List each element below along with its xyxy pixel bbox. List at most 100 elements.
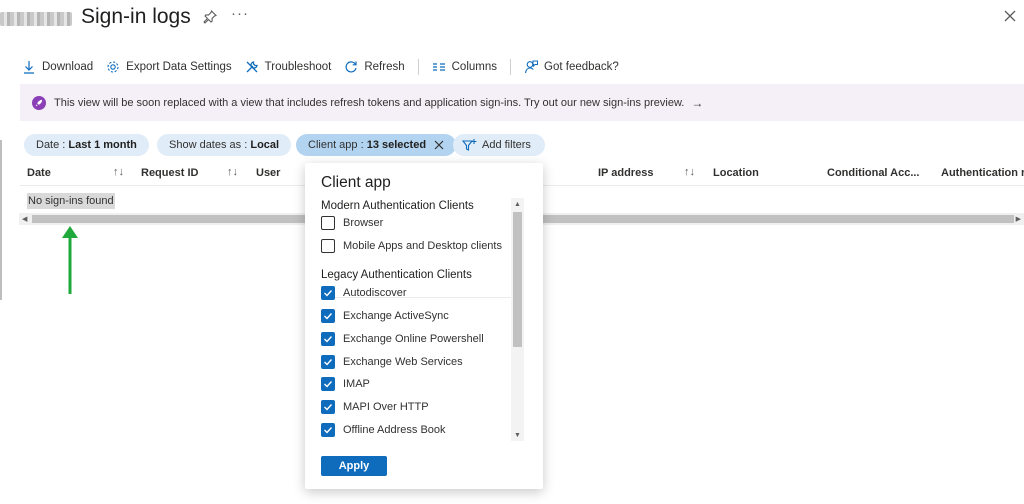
checkmark-icon	[324, 336, 333, 343]
checkbox-checked[interactable]	[321, 286, 335, 300]
apply-button[interactable]: Apply	[321, 456, 387, 476]
pin-icon[interactable]	[203, 10, 217, 24]
column-ip-address[interactable]: IP address	[598, 167, 653, 179]
dropdown-vertical-scrollbar[interactable]: ▲ ▼	[511, 198, 524, 441]
column-location[interactable]: Location	[713, 167, 759, 179]
preview-banner[interactable]: This view will be soon replaced with a v…	[20, 84, 1024, 121]
group-label-modern: Modern Authentication Clients	[321, 200, 474, 212]
add-filters-button[interactable]: Add filters	[453, 134, 545, 156]
troubleshoot-button[interactable]: Troubleshoot	[245, 60, 332, 74]
column-date[interactable]: Date	[27, 167, 51, 179]
option-offline-address-book[interactable]: Offline Address Book	[321, 423, 446, 437]
client-app-dropdown: Client app Modern Authentication Clients…	[305, 163, 543, 489]
feedback-label: Got feedback?	[544, 61, 619, 73]
date-filter-pill[interactable]: Date : Last 1 month	[24, 134, 149, 156]
show-dates-value: Local	[250, 139, 280, 151]
filter-add-icon	[462, 139, 477, 151]
sort-icon[interactable]: ↑↓	[227, 166, 238, 178]
command-bar: Download Export Data Settings Troublesho…	[22, 55, 632, 79]
arrow-right-icon[interactable]: →	[691, 96, 703, 110]
scroll-right-icon[interactable]: ▶	[1016, 215, 1021, 223]
checkbox-checked[interactable]	[321, 377, 335, 391]
left-edge-border	[0, 140, 2, 300]
option-label: Autodiscover	[343, 287, 407, 299]
option-mobile-apps-desktop[interactable]: Mobile Apps and Desktop clients	[321, 239, 502, 253]
export-label: Export Data Settings	[126, 61, 232, 73]
client-app-key: Client app :	[308, 139, 364, 151]
close-icon[interactable]	[434, 140, 444, 150]
option-label: Exchange ActiveSync	[343, 310, 449, 322]
troubleshoot-label: Troubleshoot	[264, 61, 332, 73]
refresh-button[interactable]: Refresh	[344, 60, 405, 74]
checkbox-checked[interactable]	[321, 309, 335, 323]
option-imap[interactable]: IMAP	[321, 377, 370, 391]
date-filter-value: Last 1 month	[68, 139, 137, 151]
scroll-down-icon[interactable]: ▼	[514, 432, 521, 439]
option-label: Offline Address Book	[343, 424, 446, 436]
columns-icon	[432, 63, 445, 71]
close-icon[interactable]	[1003, 9, 1017, 23]
feedback-button[interactable]: Got feedback?	[524, 60, 619, 74]
sort-icon[interactable]: ↑↓	[684, 166, 695, 178]
checkbox[interactable]	[321, 216, 335, 230]
refresh-icon	[345, 61, 357, 73]
sort-icon[interactable]: ↑↓	[113, 166, 124, 178]
show-dates-pill[interactable]: Show dates as : Local	[157, 134, 292, 156]
option-mapi-over-http[interactable]: MAPI Over HTTP	[321, 400, 429, 414]
client-app-pill[interactable]: Client app : 13 selected	[296, 134, 457, 156]
add-filters-label: Add filters	[482, 139, 531, 151]
option-label: Browser	[343, 217, 384, 229]
column-conditional-access[interactable]: Conditional Acc...	[827, 167, 920, 179]
refresh-label: Refresh	[364, 61, 405, 73]
rocket-icon	[32, 95, 46, 110]
option-label: Mobile Apps and Desktop clients	[343, 240, 502, 252]
checkmark-icon	[324, 290, 333, 297]
column-user[interactable]: User	[256, 167, 280, 179]
option-autodiscover[interactable]: Autodiscover	[321, 286, 407, 300]
checkmark-icon	[324, 313, 333, 320]
wrench-icon	[246, 61, 258, 73]
page-title: Sign-in logs	[81, 5, 191, 28]
option-label: Exchange Web Services	[343, 356, 463, 368]
checkmark-icon	[324, 359, 333, 366]
more-options-icon[interactable]: ···	[231, 5, 249, 22]
checkbox[interactable]	[321, 239, 335, 253]
client-app-options-list: Modern Authentication Clients Browser Mo…	[305, 198, 527, 441]
column-authentication[interactable]: Authentication r...	[941, 167, 1024, 179]
toolbar-divider	[417, 59, 419, 75]
checkbox-checked[interactable]	[321, 400, 335, 414]
date-filter-key: Date :	[36, 139, 66, 151]
group-label-legacy: Legacy Authentication Clients	[321, 269, 472, 281]
toolbar-divider	[510, 59, 512, 75]
option-browser[interactable]: Browser	[321, 216, 383, 230]
banner-text: This view will be soon replaced with a v…	[54, 96, 685, 109]
option-label: Exchange Online Powershell	[343, 333, 484, 345]
option-label: IMAP	[343, 378, 370, 390]
annotation-arrow-icon	[62, 226, 78, 294]
export-data-settings-button[interactable]: Export Data Settings	[106, 60, 232, 74]
option-exchange-online-powershell[interactable]: Exchange Online Powershell	[321, 332, 484, 346]
checkbox-checked[interactable]	[321, 355, 335, 369]
checkmark-icon	[324, 381, 333, 388]
dropdown-title: Client app	[321, 174, 391, 191]
title-bar: Sign-in logs ···	[0, 0, 1024, 40]
checkbox-checked[interactable]	[321, 423, 335, 437]
breadcrumb-blurred	[0, 12, 72, 26]
download-label: Download	[42, 61, 94, 73]
columns-button[interactable]: Columns	[432, 60, 497, 74]
option-exchange-activesync[interactable]: Exchange ActiveSync	[321, 309, 449, 323]
empty-state-message: No sign-ins found	[27, 193, 115, 209]
scroll-left-icon[interactable]: ◀	[22, 215, 27, 223]
option-exchange-web-services[interactable]: Exchange Web Services	[321, 355, 463, 369]
show-dates-key: Show dates as :	[169, 139, 248, 151]
download-button[interactable]: Download	[22, 60, 93, 74]
vertical-scrollbar-thumb[interactable]	[513, 212, 522, 347]
column-request-id[interactable]: Request ID	[141, 167, 198, 179]
client-app-value: 13 selected	[366, 139, 427, 151]
checkmark-icon	[324, 427, 333, 434]
checkmark-icon	[324, 404, 333, 411]
option-label: MAPI Over HTTP	[343, 401, 429, 413]
scroll-up-icon[interactable]: ▲	[514, 201, 521, 208]
checkbox-checked[interactable]	[321, 332, 335, 346]
columns-label: Columns	[451, 61, 498, 73]
